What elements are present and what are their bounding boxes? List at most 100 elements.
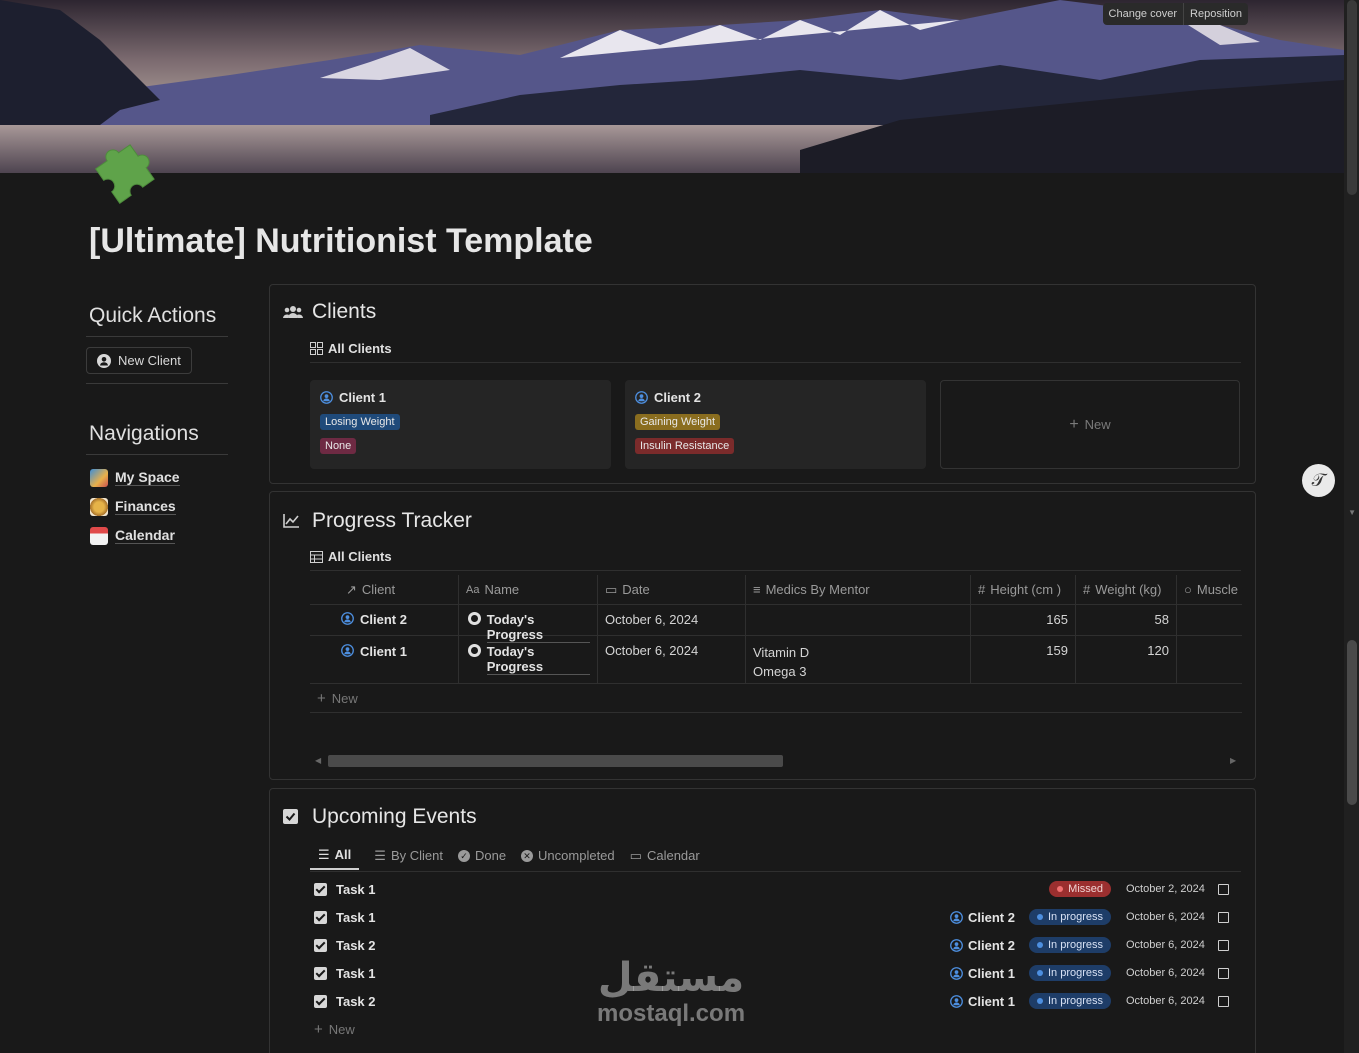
column-header-weight[interactable]: # Weight (kg) bbox=[1076, 575, 1177, 604]
nav-item-calendar[interactable]: Calendar bbox=[86, 521, 228, 550]
checkbox[interactable] bbox=[314, 882, 327, 896]
event-name: Task 1 bbox=[336, 909, 376, 925]
done-checkbox[interactable] bbox=[1218, 939, 1229, 951]
nav-item-finances[interactable]: Finances bbox=[86, 492, 228, 521]
event-row[interactable]: Task 2 Client 1 In progress October 6, 2… bbox=[314, 987, 1239, 1015]
client-icon bbox=[950, 994, 963, 1008]
muscle-cell[interactable] bbox=[1177, 605, 1242, 635]
column-header-name[interactable]: Aa Name bbox=[459, 575, 598, 604]
x-circle-icon: ✕ bbox=[521, 849, 534, 862]
event-client[interactable]: Client 2 bbox=[950, 910, 1015, 925]
client-name: Client 1 bbox=[339, 390, 386, 405]
client-icon bbox=[341, 612, 354, 625]
event-row[interactable]: Task 1 Missed October 2, 2024 bbox=[314, 875, 1239, 903]
medics-cell[interactable] bbox=[746, 605, 971, 635]
done-checkbox[interactable] bbox=[1218, 911, 1229, 923]
date-icon: ▭ bbox=[605, 581, 618, 597]
event-meta: Client 1 In progress October 6, 2024 bbox=[950, 959, 1239, 987]
done-checkbox[interactable] bbox=[1218, 883, 1229, 895]
name-cell[interactable]: Today's Progress bbox=[459, 605, 598, 643]
scrollbar-thumb[interactable] bbox=[1347, 640, 1357, 805]
tag-none: None bbox=[320, 438, 357, 454]
tab-all-clients[interactable]: All Clients bbox=[310, 543, 392, 571]
nav-item-my-space[interactable]: My Space bbox=[86, 463, 228, 492]
event-client[interactable]: Client 1 bbox=[950, 994, 1015, 1009]
scroll-left-icon[interactable]: ◀ bbox=[315, 756, 321, 765]
column-header-medics[interactable]: ≡ Medics By Mentor bbox=[746, 575, 971, 604]
tab-uncompleted[interactable]: ✕ Uncompleted bbox=[521, 842, 615, 870]
client-card[interactable]: Client 1 Losing Weight None bbox=[310, 380, 611, 469]
tab-done[interactable]: ✓ Done bbox=[457, 842, 506, 870]
scrollbar[interactable]: ▼ bbox=[1344, 0, 1359, 1053]
event-date: October 6, 2024 bbox=[1126, 995, 1205, 1007]
tab-all[interactable]: ☰ All bbox=[310, 842, 360, 870]
client-cell[interactable]: Client 1 bbox=[310, 636, 459, 683]
new-client-card-button[interactable]: + New bbox=[940, 380, 1240, 469]
column-header-client[interactable]: ↗ Client bbox=[310, 575, 459, 604]
tab-label: All Clients bbox=[328, 549, 392, 564]
calendar-icon bbox=[90, 526, 108, 545]
user-circle-icon bbox=[97, 353, 111, 368]
event-client[interactable]: Client 1 bbox=[950, 966, 1015, 981]
event-date: October 6, 2024 bbox=[1126, 939, 1205, 951]
map-icon bbox=[90, 468, 108, 487]
status-badge: Missed bbox=[1049, 881, 1111, 897]
done-checkbox[interactable] bbox=[1218, 967, 1229, 979]
status-icon: ○ bbox=[1184, 582, 1192, 597]
event-row[interactable]: Task 2 Client 2 In progress October 6, 2… bbox=[314, 931, 1239, 959]
reposition-button[interactable]: Reposition bbox=[1184, 3, 1248, 25]
event-row[interactable]: Task 1 Client 2 In progress October 6, 2… bbox=[314, 903, 1239, 931]
event-date: October 6, 2024 bbox=[1126, 911, 1205, 923]
checkbox[interactable] bbox=[314, 910, 327, 924]
client-card-title: Client 1 bbox=[320, 390, 386, 405]
calendar-icon: ▭ bbox=[629, 847, 642, 863]
medics-cell[interactable]: Vitamin D Omega 3 bbox=[746, 636, 971, 683]
puzzle-piece-icon[interactable] bbox=[88, 135, 160, 207]
client-icon bbox=[950, 910, 963, 924]
tab-by-client[interactable]: ☰ By Client bbox=[374, 842, 443, 870]
coin-icon bbox=[90, 497, 108, 516]
height-cell[interactable]: 159 bbox=[971, 636, 1076, 683]
height-cell[interactable]: 165 bbox=[971, 605, 1076, 635]
table-row[interactable]: Client 1 Today's Progress October 6, 202… bbox=[310, 636, 1242, 684]
client-card[interactable]: Client 2 Gaining Weight Insulin Resistan… bbox=[625, 380, 926, 469]
weight-cell[interactable]: 58 bbox=[1076, 605, 1177, 635]
new-row-button[interactable]: + New bbox=[310, 684, 1242, 713]
quick-actions-heading: Quick Actions bbox=[86, 300, 228, 337]
event-row[interactable]: Task 1 Client 1 In progress October 6, 2… bbox=[314, 959, 1239, 987]
table-row[interactable]: Client 2 Today's Progress October 6, 202… bbox=[310, 605, 1242, 643]
check-circle-icon: ✓ bbox=[457, 849, 470, 862]
event-name: Task 1 bbox=[336, 881, 376, 897]
client-icon bbox=[341, 644, 354, 657]
new-event-button[interactable]: + New bbox=[314, 1015, 1239, 1043]
name-cell[interactable]: Today's Progress bbox=[459, 636, 598, 683]
clients-title: Clients bbox=[312, 300, 377, 323]
scroll-down-icon[interactable]: ▼ bbox=[1348, 508, 1356, 517]
checkbox[interactable] bbox=[314, 938, 327, 952]
column-header-date[interactable]: ▭ Date bbox=[598, 575, 746, 604]
new-client-button[interactable]: New Client bbox=[86, 347, 192, 374]
horizontal-scrollbar-thumb[interactable] bbox=[328, 755, 783, 767]
column-header-height[interactable]: # Height (cm ) bbox=[971, 575, 1076, 604]
progress-title: Progress Tracker bbox=[312, 509, 472, 532]
date-cell[interactable]: October 6, 2024 bbox=[598, 636, 746, 683]
muscle-cell[interactable] bbox=[1177, 636, 1242, 683]
done-checkbox[interactable] bbox=[1218, 995, 1229, 1007]
new-client-label: New Client bbox=[118, 353, 181, 368]
event-client[interactable]: Client 2 bbox=[950, 938, 1015, 953]
scroll-right-icon[interactable]: ▶ bbox=[1230, 756, 1236, 765]
cover-image: Change cover Reposition bbox=[0, 0, 1344, 173]
tab-calendar[interactable]: ▭ Calendar bbox=[630, 842, 700, 870]
weight-cell[interactable]: 120 bbox=[1076, 636, 1177, 683]
client-cell[interactable]: Client 2 bbox=[310, 605, 459, 635]
column-header-muscle[interactable]: ○ Muscle bbox=[1177, 575, 1242, 604]
watermark-latin: mostaql.com bbox=[597, 1000, 746, 1027]
checkbox[interactable] bbox=[314, 994, 327, 1008]
tab-all-clients[interactable]: All Clients bbox=[310, 335, 392, 363]
date-cell[interactable]: October 6, 2024 bbox=[598, 605, 746, 635]
ai-assistant-button[interactable]: 𝒯 bbox=[1302, 464, 1335, 497]
nav-list: My Space Finances Calendar bbox=[86, 463, 228, 550]
change-cover-button[interactable]: Change cover bbox=[1103, 3, 1185, 25]
checkbox[interactable] bbox=[314, 966, 327, 980]
table-icon bbox=[310, 550, 323, 563]
